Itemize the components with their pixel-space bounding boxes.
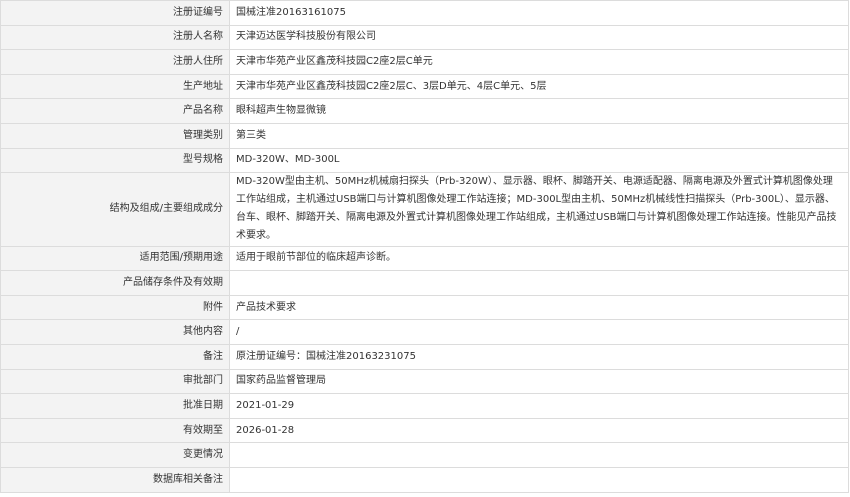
row-label: 产品名称 xyxy=(0,98,230,124)
row-label: 变更情况 xyxy=(0,442,230,468)
row-label: 生产地址 xyxy=(0,73,230,100)
row-label: 审批部门 xyxy=(0,368,230,395)
table-row: 附件 产品技术要求 xyxy=(0,294,849,321)
row-value: 适用于眼前节部位的临床超声诊断。 xyxy=(229,245,849,272)
row-label: 数据库相关备注 xyxy=(0,467,230,493)
row-value: 国家药品监督管理局 xyxy=(229,368,849,395)
row-label: 附件 xyxy=(0,294,230,321)
table-row: 其他内容 / xyxy=(0,319,849,346)
row-label: 产品储存条件及有效期 xyxy=(0,270,230,296)
table-row: 结构及组成/主要组成成分 MD-320W型由主机、50MHz机械扇扫探头（Prb… xyxy=(0,172,849,247)
table-row: 注册人名称 天津迈达医学科技股份有限公司 xyxy=(0,24,849,51)
row-value xyxy=(229,270,849,296)
row-label: 型号规格 xyxy=(0,147,230,174)
table-row: 变更情况 xyxy=(0,442,849,468)
table-row: 备注 原注册证编号：国械注准20163231075 xyxy=(0,344,849,370)
table-row: 注册人住所 天津市华苑产业区鑫茂科技园C2座2层C单元 xyxy=(0,49,849,75)
row-label: 注册证编号 xyxy=(0,0,230,26)
table-row: 审批部门 国家药品监督管理局 xyxy=(0,368,849,395)
table-row: 产品名称 眼科超声生物显微镜 xyxy=(0,98,849,124)
row-label: 其他内容 xyxy=(0,319,230,346)
table-row: 型号规格 MD-320W、MD-300L xyxy=(0,147,849,174)
row-value: 天津市华苑产业区鑫茂科技园C2座2层C单元 xyxy=(229,49,849,75)
registration-detail-table: 注册证编号 国械注准20163161075 注册人名称 天津迈达医学科技股份有限… xyxy=(0,0,849,493)
row-value: 天津迈达医学科技股份有限公司 xyxy=(229,24,849,51)
row-label: 有效期至 xyxy=(0,417,230,444)
row-value: 原注册证编号：国械注准20163231075 xyxy=(229,344,849,370)
table-row: 适用范围/预期用途 适用于眼前节部位的临床超声诊断。 xyxy=(0,245,849,272)
row-value xyxy=(229,442,849,468)
table-row: 产品储存条件及有效期 xyxy=(0,270,849,296)
row-value: 2021-01-29 xyxy=(229,393,849,419)
row-value: 2026-01-28 xyxy=(229,417,849,444)
row-label: 备注 xyxy=(0,344,230,370)
row-value: 天津市华苑产业区鑫茂科技园C2座2层C、3层D单元、4层C单元、5层 xyxy=(229,73,849,100)
row-value: 产品技术要求 xyxy=(229,294,849,321)
row-value: 国械注准20163161075 xyxy=(229,0,849,26)
table-row: 数据库相关备注 xyxy=(0,467,849,493)
row-value: 眼科超声生物显微镜 xyxy=(229,98,849,124)
row-label: 注册人名称 xyxy=(0,24,230,51)
table-row: 有效期至 2026-01-28 xyxy=(0,417,849,444)
row-value: MD-320W型由主机、50MHz机械扇扫探头（Prb-320W）、显示器、眼杯… xyxy=(229,172,849,247)
table-row: 生产地址 天津市华苑产业区鑫茂科技园C2座2层C、3层D单元、4层C单元、5层 xyxy=(0,73,849,100)
row-label: 适用范围/预期用途 xyxy=(0,245,230,272)
table-row: 管理类别 第三类 xyxy=(0,122,849,149)
row-label: 结构及组成/主要组成成分 xyxy=(0,172,230,247)
row-value xyxy=(229,467,849,493)
row-label: 管理类别 xyxy=(0,122,230,149)
row-value: 第三类 xyxy=(229,122,849,149)
row-value: / xyxy=(229,319,849,346)
table-row: 注册证编号 国械注准20163161075 xyxy=(0,0,849,26)
row-label: 批准日期 xyxy=(0,393,230,419)
row-value: MD-320W、MD-300L xyxy=(229,147,849,174)
row-label: 注册人住所 xyxy=(0,49,230,75)
table-row: 批准日期 2021-01-29 xyxy=(0,393,849,419)
